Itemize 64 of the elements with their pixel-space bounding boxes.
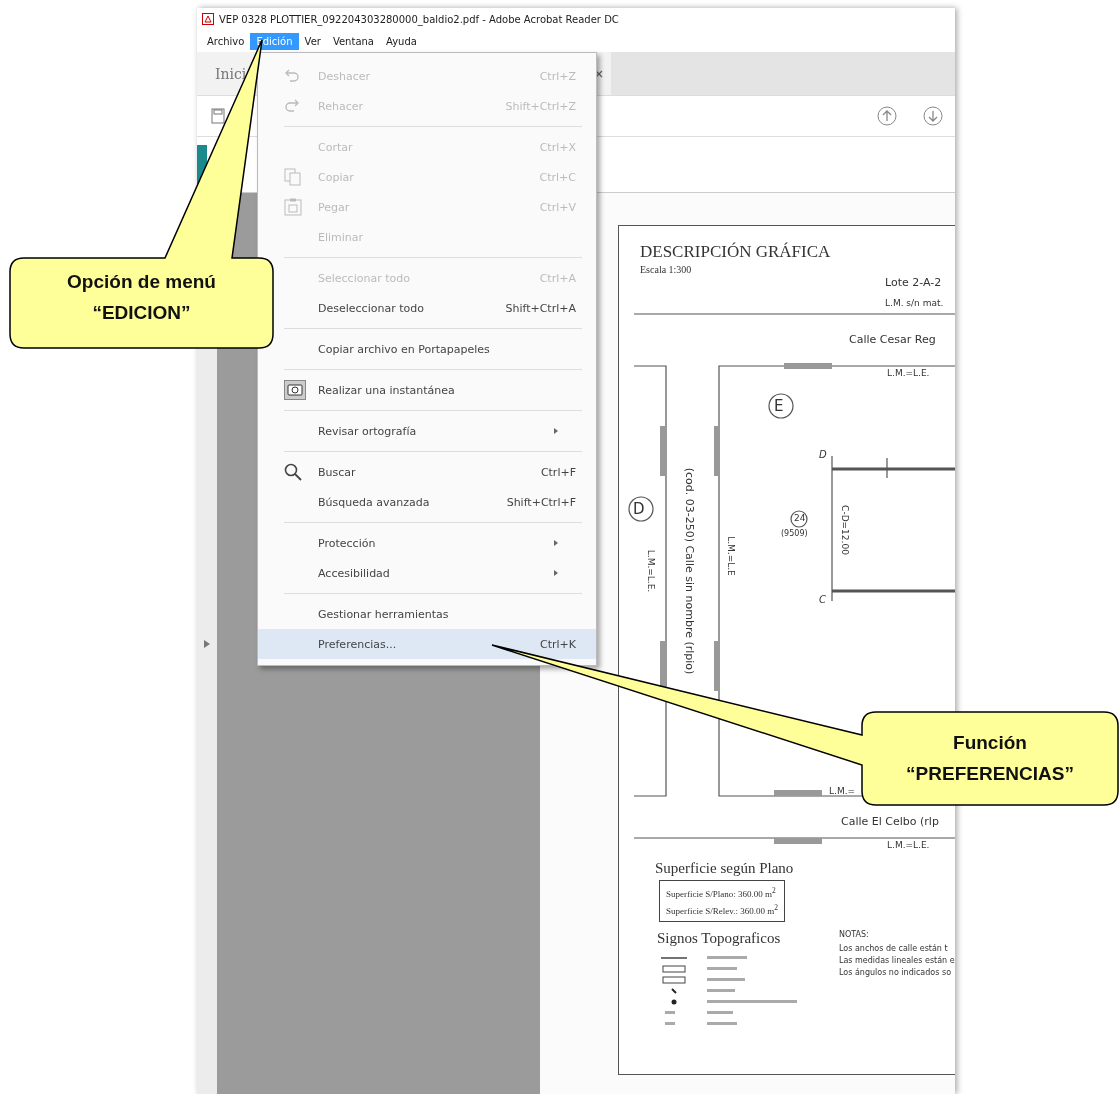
street-name: (cod. 03-250) Calle sin nombre (rlpio) xyxy=(682,467,696,675)
shortcut-text: Shift+Ctrl+F xyxy=(506,495,576,509)
menu-item[interactable]: Preferencias... Ctrl+K xyxy=(258,629,596,659)
shortcut-text: Shift+Ctrl+A xyxy=(505,301,576,315)
line-label: L.M.=L.E. xyxy=(887,840,930,850)
surface-title: Superficie según Plano xyxy=(655,860,794,877)
menu-bar-item[interactable]: Ver xyxy=(298,32,327,50)
callout-text: Opción de menú “EDICION” xyxy=(66,270,217,325)
clipboard-icon xyxy=(284,198,302,216)
vertex-label: D xyxy=(819,449,827,460)
menu-item[interactable]: Protección xyxy=(258,528,596,558)
shortcut-text: Ctrl+K xyxy=(540,637,576,651)
pdf-icon xyxy=(202,13,214,25)
window-title: VEP 0328 PLOTTIER_092204303280000_baldio2.pdf - Adobe Acrobat Reader DC xyxy=(219,13,619,25)
lot-label: Lote 2-A-2 xyxy=(885,276,942,289)
parcel-code: (9509) xyxy=(781,529,808,538)
side-length: C-D=12.00 xyxy=(840,505,850,555)
submenu-arrow-icon xyxy=(554,540,558,546)
line-label: L.M.= xyxy=(829,786,856,796)
shortcut-text: Ctrl+A xyxy=(539,271,576,285)
search-icon xyxy=(284,463,302,481)
menu-item[interactable]: Gestionar herramientas xyxy=(258,599,596,629)
save-icon[interactable] xyxy=(211,108,225,124)
submenu-arrow-icon xyxy=(554,428,558,434)
submenu-arrow-icon xyxy=(554,570,558,576)
shortcut-text: Ctrl+X xyxy=(539,140,576,154)
line-label: L.M.=L.E. xyxy=(646,549,656,593)
menu-item[interactable]: Realizar una instantánea xyxy=(258,375,596,405)
note-text: Los ángulos no indicados so xyxy=(839,968,952,977)
scale-label: Escala 1:300 xyxy=(640,264,692,275)
shortcut-text: Ctrl+Z xyxy=(539,69,576,83)
callout-text: Función “PREFERENCIAS” xyxy=(905,731,1075,786)
shortcut-text: Ctrl+C xyxy=(539,170,576,184)
shortcut-text: Shift+Ctrl+Z xyxy=(505,99,576,113)
menu-bar-item[interactable]: Archivo xyxy=(201,32,251,50)
block-letter: E xyxy=(774,397,784,415)
shortcut-text: Ctrl+F xyxy=(540,465,576,479)
street-name: Calle Cesar Reg xyxy=(849,333,936,346)
menu-item[interactable]: Accesibilidad xyxy=(258,558,596,588)
menu-item[interactable]: Búsqueda avanzada Shift+Ctrl+F xyxy=(258,487,596,517)
expand-arrow-icon[interactable] xyxy=(204,639,210,648)
menu-bar-item[interactable]: Ventana xyxy=(326,32,380,50)
shortcut-text: Ctrl+V xyxy=(539,200,576,214)
block-letter: D xyxy=(633,500,645,518)
line-label: L.M.=L.E xyxy=(726,536,736,576)
street-name: Calle El Celbo (rlp xyxy=(841,815,939,828)
menu-item[interactable]: Buscar Ctrl+F xyxy=(258,457,596,487)
heading: DESCRIPCIÓN GRÁFICA xyxy=(640,242,831,262)
lot-note: L.M. s/n mat. xyxy=(885,298,944,308)
camera-icon xyxy=(284,380,306,400)
vertex-label: C xyxy=(819,594,826,605)
line-label: L.M.=L.E. xyxy=(887,368,930,378)
menu-bar-item[interactable]: Ayuda xyxy=(380,32,423,50)
notes-title: NOTAS: xyxy=(839,930,869,939)
parcel-number: 24 xyxy=(794,513,806,523)
undo-icon xyxy=(284,69,300,83)
note-text: Las medidas lineales están e xyxy=(839,956,955,965)
surface-text: Superficie S/Plano: 360.00 m$^{2}$ xyxy=(666,885,777,901)
menu-item[interactable]: Revisar ortografía xyxy=(258,416,596,446)
legend-title: Signos Topograficos xyxy=(657,930,781,947)
surface-text: Superficie S/Relev.: 360.00 m$^{2}$ xyxy=(666,902,778,918)
redo-icon xyxy=(284,99,300,113)
copy-icon xyxy=(284,168,302,186)
note-text: Los anchos de calle están t xyxy=(839,944,948,953)
